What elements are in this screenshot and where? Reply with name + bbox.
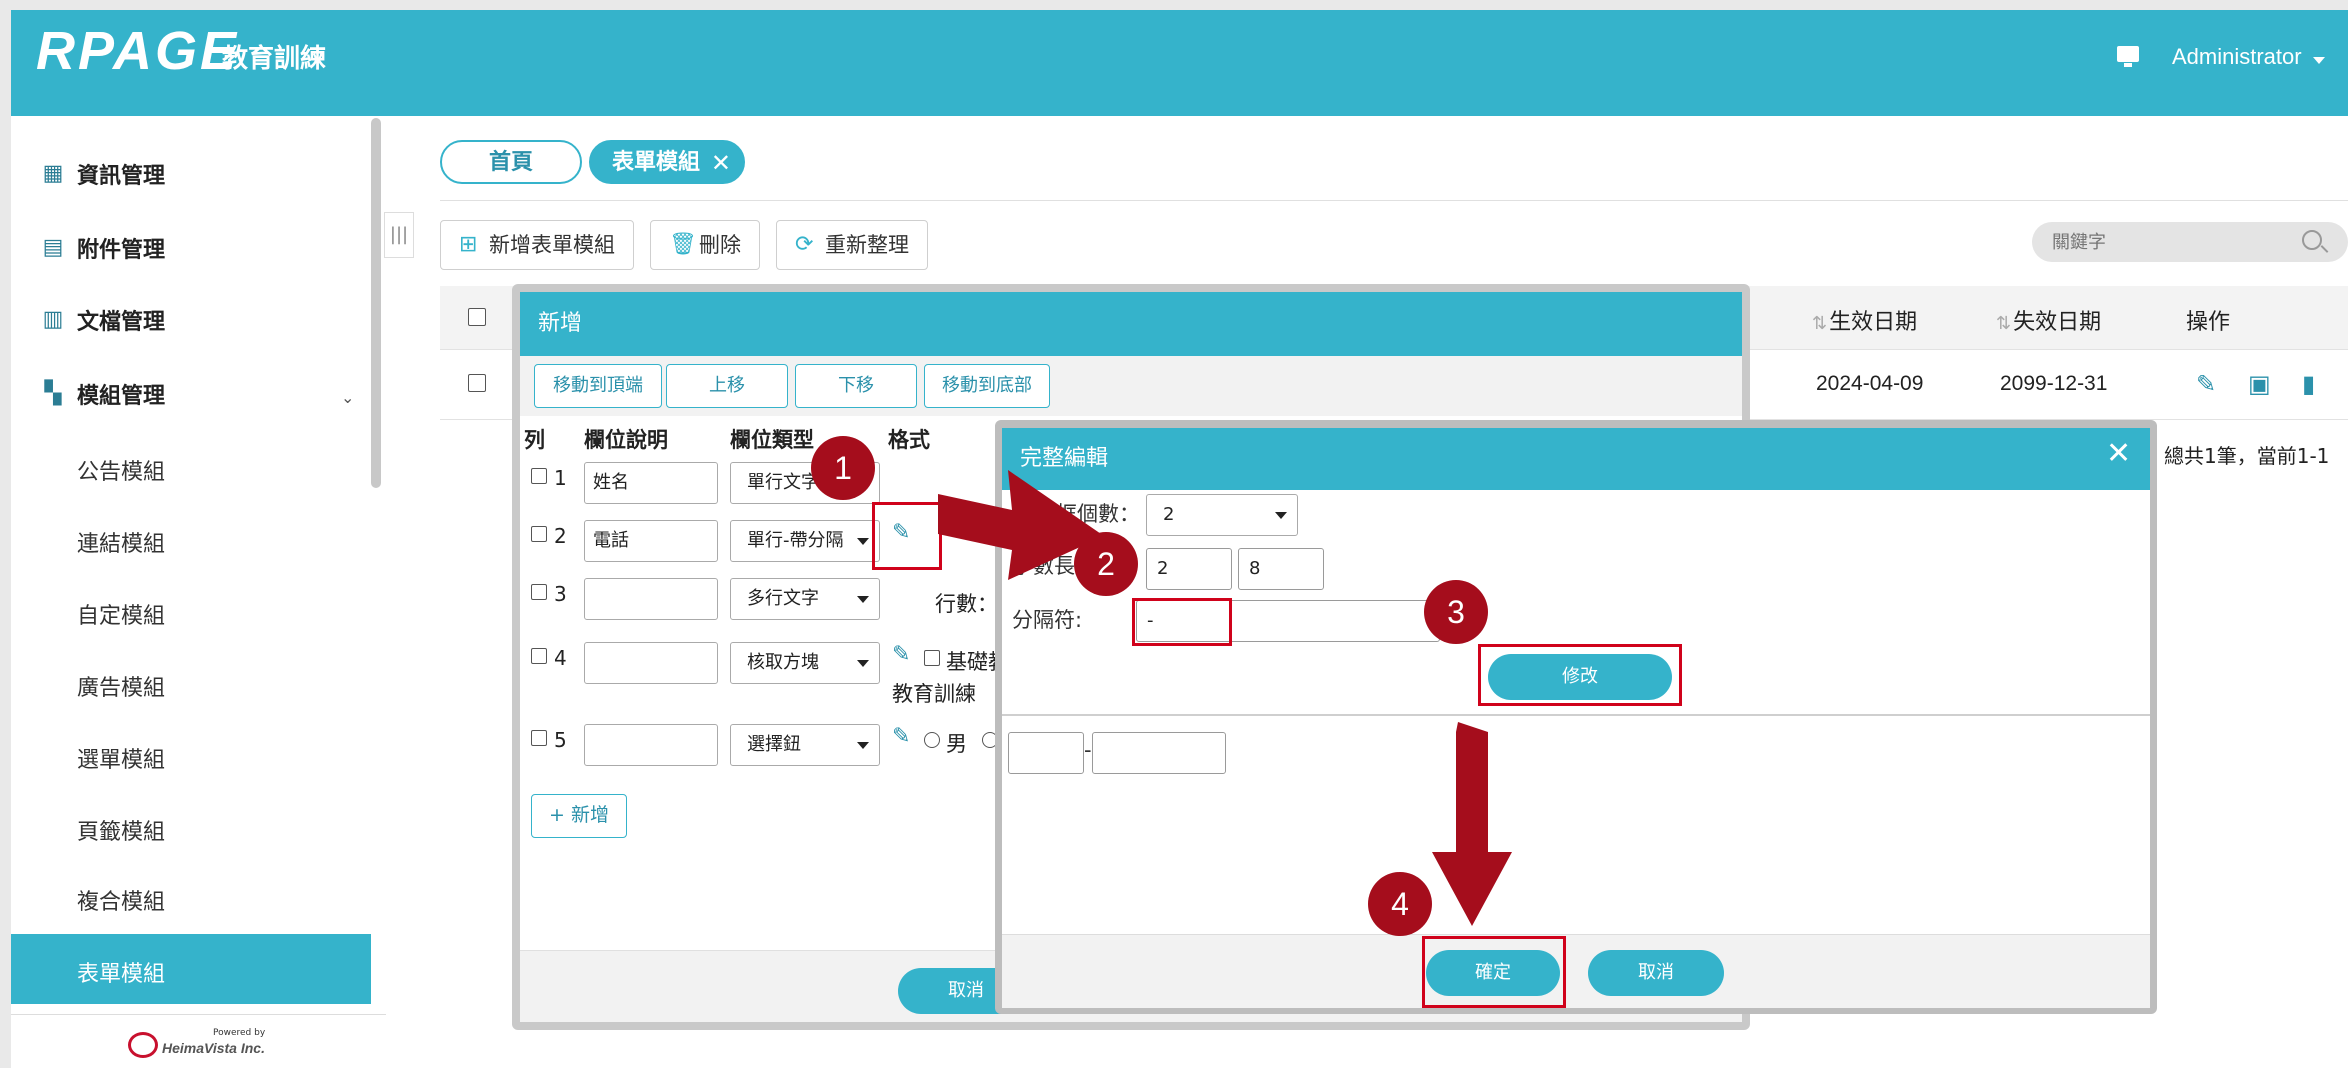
arrow-down-icon — [1432, 722, 1512, 926]
step-badge-4: 4 — [1368, 872, 1432, 936]
annotation-arrows — [938, 470, 1512, 926]
step-badge-1: 1 — [811, 436, 875, 500]
step-badge-3: 3 — [1424, 580, 1488, 644]
step-badge-2: 2 — [1074, 532, 1138, 596]
